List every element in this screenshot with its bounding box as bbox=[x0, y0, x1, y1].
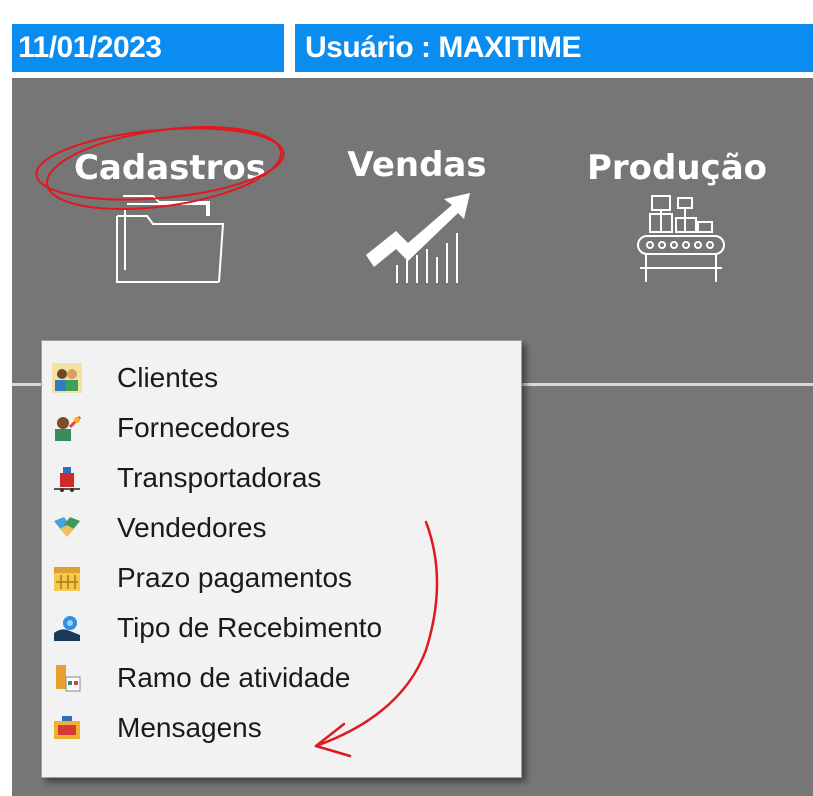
menu-item-label: Mensagens bbox=[117, 712, 262, 743]
date-display: 11/01/2023 bbox=[12, 24, 284, 72]
production-line-icon bbox=[637, 195, 725, 282]
menu-item-prazo-pagamentos[interactable]: Prazo pagamentos bbox=[42, 553, 521, 603]
sellers-icon bbox=[54, 517, 80, 537]
menu-item-label: Clientes bbox=[117, 362, 219, 393]
sales-chart-icon bbox=[366, 193, 470, 283]
top-status-bar: 11/01/2023 Usuário : MAXITIME bbox=[0, 0, 813, 78]
menu-item-transportadoras[interactable]: Transportadoras bbox=[42, 453, 521, 503]
menu-item-vendedores[interactable]: Vendedores bbox=[42, 503, 521, 553]
carriers-icon bbox=[54, 467, 80, 492]
calendar-icon bbox=[54, 567, 80, 591]
module-label: Cadastros bbox=[73, 148, 267, 188]
menu-item-clientes[interactable]: Clientes bbox=[42, 353, 521, 403]
module-vendas[interactable]: Vendas bbox=[332, 145, 502, 295]
menu-item-label: Vendedores bbox=[117, 512, 267, 543]
menu-item-label: Tipo de Recebimento bbox=[117, 612, 383, 643]
messages-icon bbox=[54, 716, 80, 739]
business-branch-icon bbox=[56, 665, 81, 692]
menu-item-tipo-de-recebimento[interactable]: Tipo de Recebimento bbox=[42, 603, 521, 653]
module-producao[interactable]: Produção bbox=[572, 148, 782, 298]
menu-item-label: Fornecedores bbox=[117, 412, 290, 443]
receipt-type-icon bbox=[54, 616, 80, 641]
module-label: Produção bbox=[586, 148, 768, 188]
menu-item-label: Transportadoras bbox=[117, 462, 322, 493]
suppliers-icon bbox=[55, 415, 82, 441]
menu-item-fornecedores[interactable]: Fornecedores bbox=[42, 403, 521, 453]
clients-icon bbox=[52, 363, 82, 393]
module-label: Vendas bbox=[347, 145, 487, 185]
menu-item-label: Ramo de atividade bbox=[117, 662, 351, 693]
cadastros-dropdown-menu: Clientes Fornecedores Transportadoras Ve… bbox=[41, 340, 522, 778]
module-cadastros[interactable]: Cadastros bbox=[60, 148, 280, 288]
menu-item-label: Prazo pagamentos bbox=[117, 562, 353, 593]
folder-icon bbox=[116, 195, 225, 283]
menu-item-ramo-de-atividade[interactable]: Ramo de atividade bbox=[42, 653, 521, 703]
user-display: Usuário : MAXITIME bbox=[295, 24, 813, 72]
menu-item-mensagens[interactable]: Mensagens bbox=[42, 703, 521, 753]
